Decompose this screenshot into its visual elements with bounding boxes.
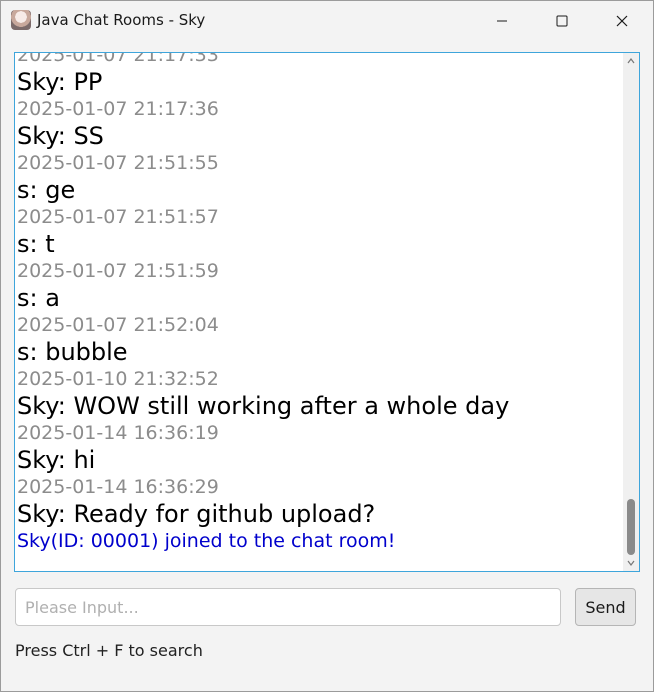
message-text: s: bubble — [17, 338, 128, 366]
message-text: Sky: Ready for github upload? — [17, 500, 376, 528]
scroll-up-button[interactable] — [623, 53, 639, 69]
message-timestamp: 2025-01-07 21:51:57 — [17, 206, 219, 228]
message-timestamp: 2025-01-14 16:36:29 — [17, 476, 219, 498]
minimize-icon — [497, 20, 507, 22]
scroll-thumb[interactable] — [627, 499, 635, 555]
message-text: Sky: hi — [17, 446, 96, 474]
chat-window: Java Chat Rooms - Sky 2025-01-07 21:17:3… — [0, 0, 654, 692]
message-item: s: t 2025-01-07 21:51:59 — [17, 231, 623, 285]
timestamp-partial: 2025-01-07 21:17:33 — [17, 52, 219, 66]
message-timestamp: 2025-01-07 21:17:36 — [17, 98, 219, 120]
chevron-down-icon — [627, 560, 635, 566]
chevron-up-icon — [627, 58, 635, 64]
maximize-icon — [556, 15, 568, 27]
search-hint: Press Ctrl + F to search — [15, 641, 203, 660]
message-item: s: bubble 2025-01-10 21:32:52 — [17, 339, 623, 393]
close-icon — [616, 15, 628, 27]
message-item: s: ge 2025-01-07 21:51:57 — [17, 177, 623, 231]
vertical-scrollbar[interactable] — [623, 53, 639, 571]
message-timestamp: 2025-01-07 21:51:59 — [17, 260, 219, 282]
title-bar[interactable]: Java Chat Rooms - Sky — [1, 1, 653, 41]
minimize-button[interactable] — [473, 1, 531, 41]
message-timestamp: 2025-01-07 21:51:55 — [17, 152, 219, 174]
message-item: Sky: WOW still working after a whole day… — [17, 393, 623, 447]
message-timestamp: 2025-01-10 21:32:52 — [17, 368, 219, 390]
message-timestamp: 2025-01-07 21:52:04 — [17, 314, 219, 336]
system-message: Sky(ID: 00001) joined to the chat room! — [17, 530, 396, 552]
send-button[interactable]: Send — [575, 588, 636, 626]
window-title: Java Chat Rooms - Sky — [37, 11, 206, 29]
scroll-down-button[interactable] — [623, 555, 639, 571]
message-text: s: t — [17, 230, 55, 258]
message-text: Sky: SS — [17, 122, 104, 150]
message-text: s: ge — [17, 176, 76, 204]
message-text: Sky: WOW still working after a whole day — [17, 392, 510, 420]
message-item: s: a 2025-01-07 21:52:04 — [17, 285, 623, 339]
message-item: Sky: PP 2025-01-07 21:17:36 — [17, 69, 623, 123]
chat-history[interactable]: 2025-01-07 21:17:33 Sky: PP 2025-01-07 2… — [14, 52, 640, 572]
message-item: Sky: SS 2025-01-07 21:51:55 — [17, 123, 623, 177]
message-list: 2025-01-07 21:17:33 Sky: PP 2025-01-07 2… — [17, 52, 623, 555]
message-text: Sky: PP — [17, 68, 103, 96]
close-button[interactable] — [593, 1, 651, 41]
message-input[interactable] — [15, 588, 561, 626]
message-timestamp: 2025-01-14 16:36:19 — [17, 422, 219, 444]
maximize-button[interactable] — [533, 1, 591, 41]
message-item: Sky: hi 2025-01-14 16:36:29 — [17, 447, 623, 501]
app-avatar-icon — [11, 10, 31, 30]
message-text: s: a — [17, 284, 60, 312]
message-item: Sky: Ready for github upload? — [17, 501, 623, 528]
